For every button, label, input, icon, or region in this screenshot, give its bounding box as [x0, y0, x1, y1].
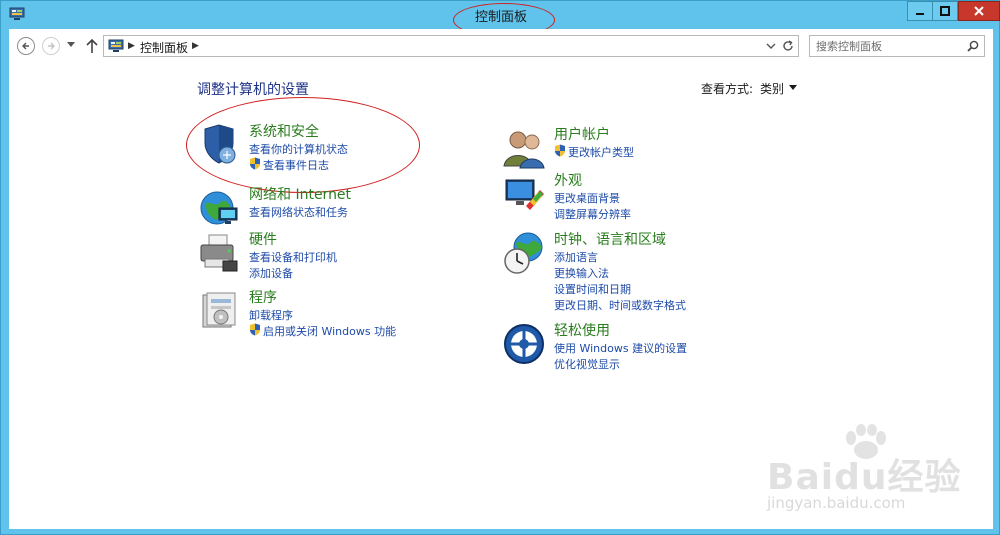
watermark-url: jingyan.baidu.com	[767, 494, 906, 512]
category-link[interactable]: 使用 Windows 建议的设置	[554, 340, 687, 356]
forward-arrow-icon	[48, 42, 55, 50]
category-title[interactable]: 网络和 Internet	[249, 184, 351, 204]
refresh-icon[interactable]	[781, 39, 795, 53]
address-bar[interactable]: ▶ 控制面板 ▶	[103, 35, 799, 57]
maximize-button[interactable]	[932, 1, 958, 21]
recent-locations-chevron-icon[interactable]	[67, 42, 75, 47]
watermark-brand: Baidu经验	[767, 457, 962, 498]
back-arrow-icon	[22, 42, 29, 50]
minimize-icon	[916, 13, 924, 15]
search-box[interactable]	[809, 35, 985, 57]
users-icon[interactable]	[502, 126, 546, 170]
programs-icon[interactable]	[197, 289, 241, 333]
page-title: 调整计算机的设置	[197, 82, 309, 98]
clock-globe-icon[interactable]	[502, 231, 546, 275]
category-link[interactable]: 调整屏幕分辨率	[554, 206, 631, 222]
category-link[interactable]: 查看设备和打印机	[249, 249, 337, 265]
printer-icon[interactable]	[197, 231, 241, 275]
category-link[interactable]: 更改日期、时间或数字格式	[554, 297, 686, 313]
view-by-dropdown[interactable]: 类别	[760, 80, 784, 97]
category-link[interactable]: 查看你的计算机状态	[249, 141, 348, 157]
category-link[interactable]: 添加设备	[249, 265, 293, 281]
minimize-button[interactable]	[907, 1, 933, 21]
close-button[interactable]	[958, 1, 1000, 21]
category-link[interactable]: 更改桌面背景	[554, 190, 620, 206]
view-by-chevron-down-icon[interactable]	[789, 85, 797, 90]
view-by-label: 查看方式:	[701, 82, 754, 96]
ease-of-access-icon[interactable]	[502, 322, 546, 366]
title-bar[interactable]: 控制面板	[1, 1, 1000, 37]
content-area: ▶ 控制面板 ▶ 调整计算机的设置 查看方式: 类别 系统和	[9, 29, 993, 529]
display-icon[interactable]	[502, 172, 546, 216]
category-title[interactable]: 用户帐户	[554, 124, 610, 144]
search-input[interactable]	[816, 38, 966, 54]
category-title[interactable]: 外观	[554, 170, 582, 190]
category-link[interactable]: 优化视觉显示	[554, 356, 620, 372]
control-panel-window: 控制面板 ▶ 控制面板 ▶ 搜索控制面板 调整计算机的设置 查看方式: 类别 系…	[0, 0, 1000, 535]
up-arrow-icon[interactable]	[85, 37, 99, 55]
close-icon	[974, 6, 984, 16]
category-link[interactable]: 更换输入法	[554, 265, 609, 281]
category-title[interactable]: 时钟、语言和区域	[554, 229, 666, 249]
forward-button[interactable]	[42, 37, 60, 55]
category-link[interactable]: 更改帐户类型	[554, 144, 634, 160]
control-panel-small-icon	[108, 39, 124, 52]
maximize-icon	[940, 6, 950, 16]
breadcrumb-separator-icon[interactable]: ▶	[128, 41, 135, 51]
category-link[interactable]: 启用或关闭 Windows 功能	[249, 323, 396, 339]
category-link[interactable]: 添加语言	[554, 249, 598, 265]
navigation-bar: ▶ 控制面板 ▶	[9, 29, 993, 61]
back-button[interactable]	[17, 37, 35, 55]
category-link[interactable]: 设置时间和日期	[554, 281, 631, 297]
chevron-down-icon[interactable]	[764, 39, 778, 53]
network-globe-icon[interactable]	[197, 186, 241, 230]
category-title[interactable]: 轻松使用	[554, 320, 610, 340]
breadcrumb-control-panel[interactable]: 控制面板	[140, 39, 188, 56]
shield-icon[interactable]	[197, 123, 241, 167]
search-icon[interactable]	[966, 39, 980, 53]
category-title[interactable]: 系统和安全	[249, 121, 319, 141]
category-title[interactable]: 程序	[249, 287, 277, 307]
category-link[interactable]: 卸载程序	[249, 307, 293, 323]
breadcrumb-separator-icon[interactable]: ▶	[192, 41, 199, 51]
category-link[interactable]: 查看网络状态和任务	[249, 204, 348, 220]
category-link[interactable]: 查看事件日志	[249, 157, 329, 173]
category-title[interactable]: 硬件	[249, 229, 277, 249]
baidu-watermark: Baidu经验 jingyan.baidu.com	[761, 424, 971, 524]
